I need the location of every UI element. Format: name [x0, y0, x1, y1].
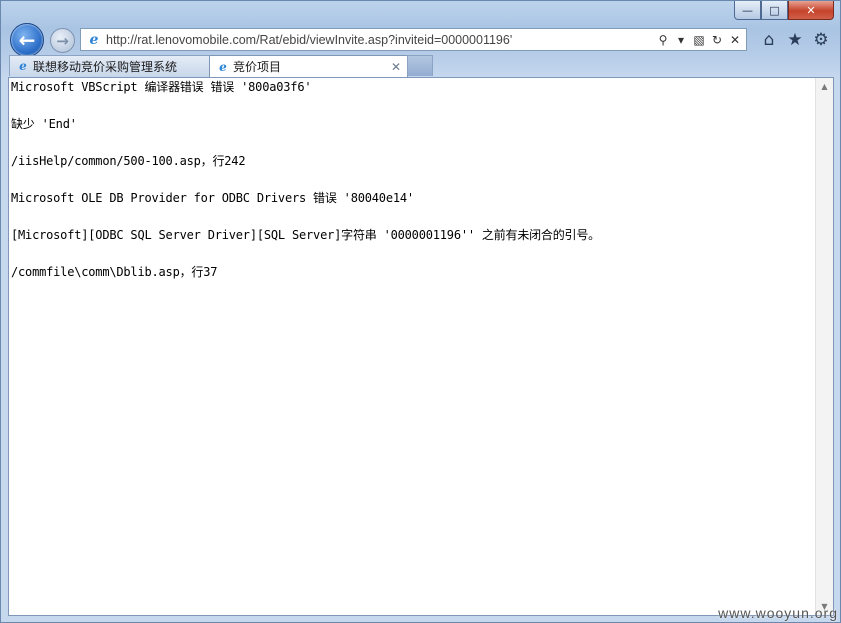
- error-line: /iisHelp/common/500-100.asp，行242: [11, 154, 246, 168]
- maximize-button[interactable]: □: [761, 1, 788, 20]
- url-input[interactable]: http://rat.lenovomobile.com/Rat/ebid/vie…: [106, 33, 656, 47]
- address-tools: ⚲ ▾ ▧ ↻ ✕: [656, 33, 746, 47]
- refresh-icon[interactable]: ↻: [710, 33, 724, 47]
- scroll-up-icon[interactable]: ▲: [816, 78, 833, 95]
- vertical-scrollbar[interactable]: ▲ ▼: [815, 78, 833, 615]
- error-line: 缺少 'End': [11, 117, 77, 131]
- back-button[interactable]: ←: [10, 23, 44, 57]
- search-icon[interactable]: ⚲: [656, 33, 670, 47]
- error-page: Microsoft VBScript 编译器错误 错误 '800a03f6' 缺…: [11, 80, 815, 615]
- tab-label: 联想移动竞价采购管理系统: [33, 59, 178, 74]
- tools-icon[interactable]: ⚙: [812, 30, 830, 50]
- command-icons: ⌂ ★ ⚙: [760, 30, 830, 50]
- browser-window: — □ ✕ ← → e http://rat.lenovomobile.com/…: [0, 0, 841, 623]
- new-tab-button[interactable]: [407, 55, 433, 76]
- compat-icon[interactable]: ▧: [692, 33, 706, 47]
- stop-icon[interactable]: ✕: [728, 33, 742, 47]
- minimize-button[interactable]: —: [734, 1, 761, 20]
- ie-tab-icon: e: [19, 59, 27, 73]
- dropdown-icon[interactable]: ▾: [674, 33, 688, 47]
- window-controls: — □ ✕: [734, 1, 834, 21]
- tab-strip: e 联想移动竞价采购管理系统 e 竞价项目 ✕: [9, 55, 433, 77]
- ie-page-icon: e: [89, 31, 99, 48]
- close-window-button[interactable]: ✕: [788, 1, 834, 20]
- ie-tab-icon: e: [219, 59, 227, 74]
- favorites-icon[interactable]: ★: [786, 30, 804, 50]
- back-arrow-icon: ←: [18, 28, 36, 52]
- address-bar[interactable]: e http://rat.lenovomobile.com/Rat/ebid/v…: [80, 28, 747, 51]
- page-content: Microsoft VBScript 编译器错误 错误 '800a03f6' 缺…: [8, 77, 834, 616]
- forward-arrow-icon: →: [56, 31, 69, 50]
- error-line: [Microsoft][ODBC SQL Server Driver][SQL …: [11, 228, 600, 242]
- watermark: www.wooyun.org: [718, 605, 838, 621]
- error-line: Microsoft VBScript 编译器错误 错误 '800a03f6': [11, 80, 312, 94]
- forward-button[interactable]: →: [50, 28, 75, 53]
- tab-label: 竞价项目: [233, 60, 282, 74]
- error-line: /commfile\comm\Dblib.asp，行37: [11, 265, 218, 279]
- tab-bidding-project[interactable]: e 竞价项目 ✕: [209, 55, 408, 77]
- close-tab-icon[interactable]: ✕: [391, 60, 401, 74]
- error-line: Microsoft OLE DB Provider for ODBC Drive…: [11, 191, 414, 205]
- tab-lenovo-system[interactable]: e 联想移动竞价采购管理系统: [9, 55, 210, 76]
- home-icon[interactable]: ⌂: [760, 30, 778, 50]
